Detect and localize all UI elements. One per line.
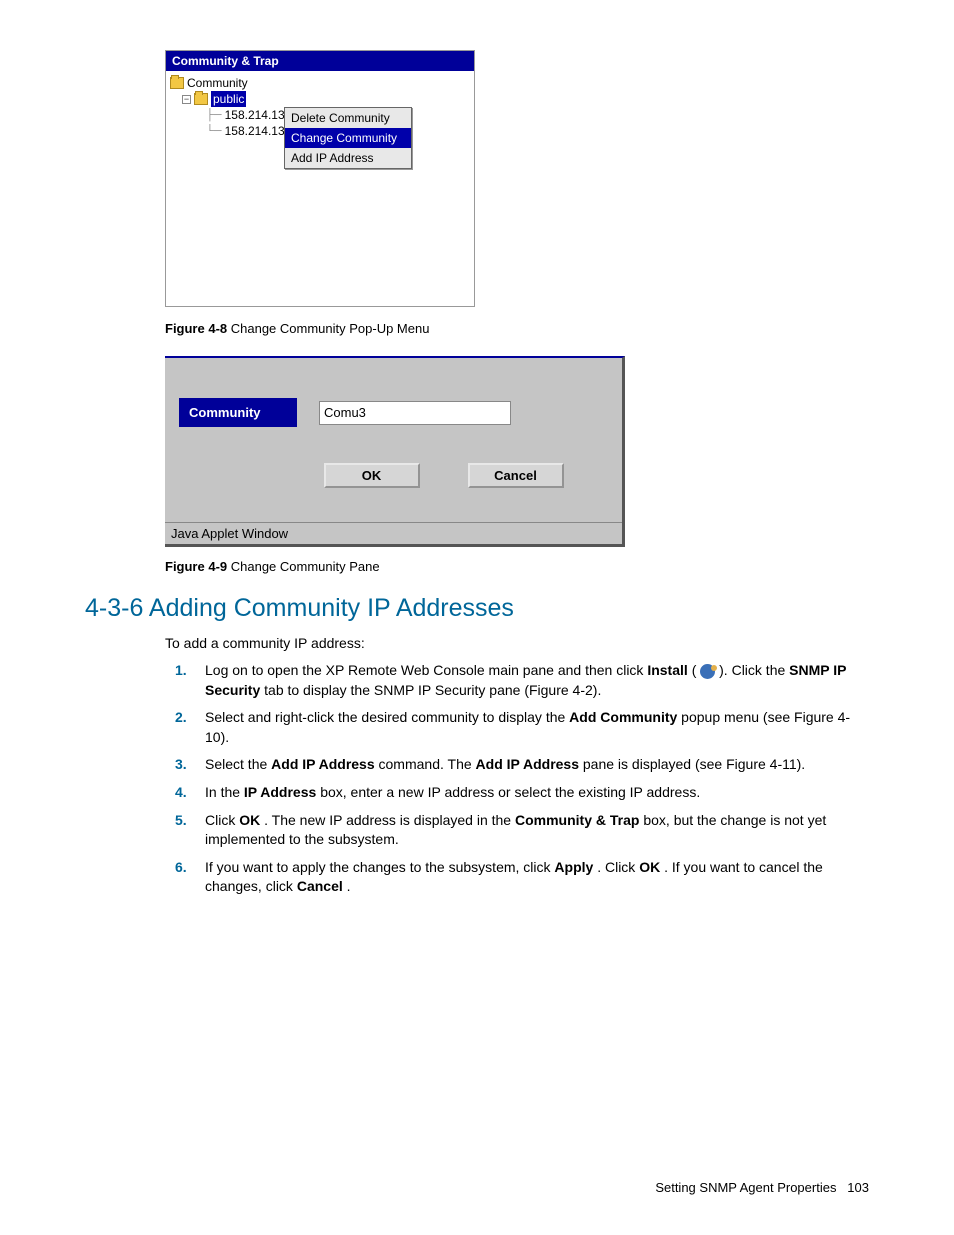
ip-address-bold: IP Address [244, 784, 316, 800]
step-text: ( [692, 662, 701, 678]
step-5: Click OK . The new IP address is display… [205, 811, 869, 850]
folder-icon [194, 93, 208, 105]
step-text: Select the [205, 756, 271, 772]
add-ip-bold: Add IP Address [476, 756, 579, 772]
step-3: Select the Add IP Address command. The A… [205, 755, 869, 775]
section-heading: 4-3-6 Adding Community IP Addresses [85, 594, 869, 623]
menu-delete-community[interactable]: Delete Community [285, 108, 411, 128]
add-ip-bold: Add IP Address [271, 756, 374, 772]
folder-icon [170, 77, 184, 89]
footer-title: Setting SNMP Agent Properties [655, 1180, 836, 1195]
context-menu: Delete Community Change Community Add IP… [284, 107, 412, 169]
tree-root[interactable]: Community [170, 75, 470, 91]
figure-48-label: Figure 4-8 [165, 321, 227, 336]
collapse-icon[interactable]: − [182, 95, 191, 104]
tree-public-label: public [211, 91, 246, 107]
step-text: box, enter a new IP address or select th… [320, 784, 700, 800]
tree-item-public[interactable]: − public [182, 91, 470, 107]
menu-add-ip-address[interactable]: Add IP Address [285, 148, 411, 168]
tree-line-icon: ├─ [206, 107, 222, 123]
install-bold: Install [647, 662, 687, 678]
step-6: If you want to apply the changes to the … [205, 858, 869, 897]
figure-48-caption: Figure 4-8 Change Community Pop-Up Menu [165, 321, 869, 336]
install-icon [700, 664, 715, 679]
tree-line-icon: └─ [206, 123, 222, 139]
section-intro: To add a community IP address: [165, 635, 869, 651]
figure-49-text: Change Community Pane [227, 559, 379, 574]
step-text: ). Click the [719, 662, 789, 678]
java-applet-status: Java Applet Window [165, 522, 622, 544]
step-1: Log on to open the XP Remote Web Console… [205, 661, 869, 700]
panel-title: Community & Trap [166, 51, 474, 71]
step-text: command. The [379, 756, 476, 772]
cancel-bold: Cancel [297, 878, 343, 894]
panel-body: Community − public ├─ 158.214.133.1 └─ 1… [166, 71, 474, 306]
ok-bold: OK [639, 859, 660, 875]
community-trap-bold: Community & Trap [515, 812, 639, 828]
step-text: If you want to apply the changes to the … [205, 859, 554, 875]
cancel-button[interactable]: Cancel [468, 463, 564, 488]
figure-49-label: Figure 4-9 [165, 559, 227, 574]
step-2: Select and right-click the desired commu… [205, 708, 869, 747]
tree-root-label: Community [187, 75, 248, 91]
step-text: . Click [597, 859, 639, 875]
change-community-dialog: Community OK Cancel Java Applet Window [165, 356, 625, 547]
step-text: . The new IP address is displayed in the [264, 812, 515, 828]
page-footer: Setting SNMP Agent Properties 103 [655, 1180, 869, 1195]
community-input[interactable] [319, 401, 511, 425]
step-text: pane is displayed (see Figure 4-11). [583, 756, 805, 772]
menu-change-community[interactable]: Change Community [285, 128, 411, 148]
footer-page: 103 [847, 1180, 869, 1195]
step-text: Log on to open the XP Remote Web Console… [205, 662, 647, 678]
ok-button[interactable]: OK [324, 463, 420, 488]
step-text: In the [205, 784, 244, 800]
steps-list: Log on to open the XP Remote Web Console… [165, 661, 869, 897]
add-community-bold: Add Community [569, 709, 677, 725]
community-trap-panel: Community & Trap Community − public ├─ 1… [165, 50, 475, 307]
figure-48-text: Change Community Pop-Up Menu [227, 321, 429, 336]
ok-bold: OK [239, 812, 260, 828]
step-text: Select and right-click the desired commu… [205, 709, 569, 725]
community-field-label: Community [179, 398, 297, 427]
step-4: In the IP Address box, enter a new IP ad… [205, 783, 869, 803]
step-text: Click [205, 812, 239, 828]
apply-bold: Apply [554, 859, 593, 875]
step-text: tab to display the SNMP IP Security pane… [264, 682, 601, 698]
step-text: . [347, 878, 351, 894]
figure-49-caption: Figure 4-9 Change Community Pane [165, 559, 869, 574]
